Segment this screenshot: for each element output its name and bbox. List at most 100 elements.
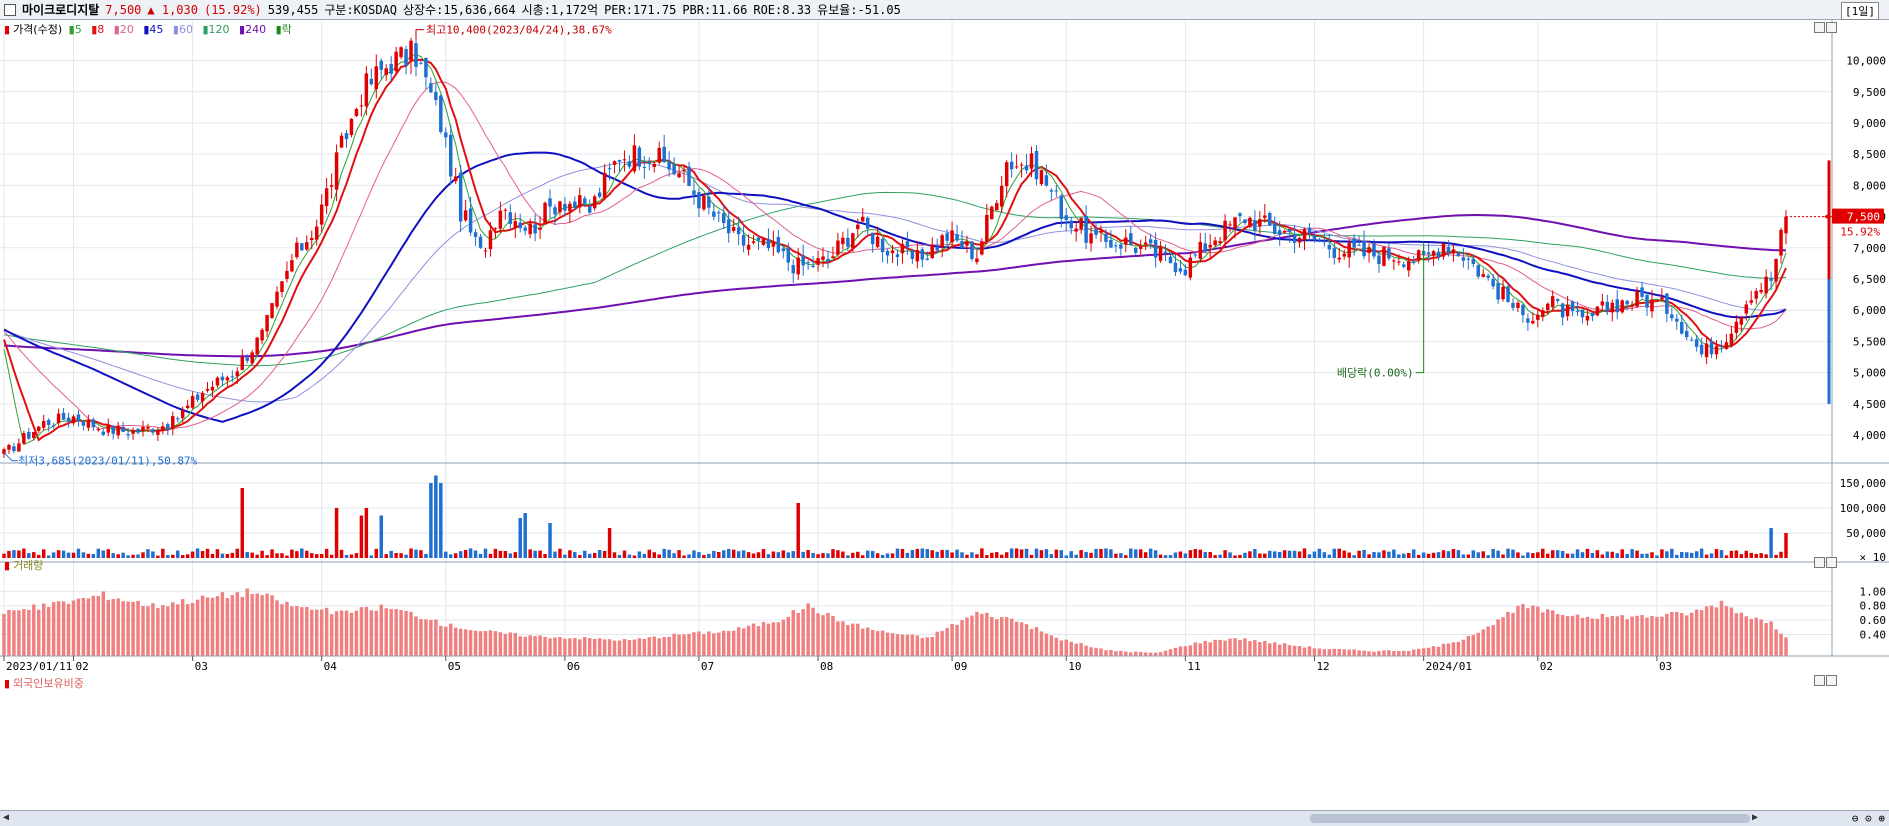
volume-bar <box>1536 552 1540 558</box>
foreign-bar <box>999 616 1004 656</box>
ma240-legend[interactable]: ▮240 <box>239 23 269 36</box>
ma5-legend[interactable]: ▮5 <box>69 23 85 36</box>
zoom-in-icon[interactable]: ⊕ <box>1878 812 1885 825</box>
ma8-legend[interactable]: ▮8 <box>91 23 107 36</box>
chart-scrollbar[interactable]: ◀ ▶ ⊖ ⊙ ⊕ <box>0 810 1889 826</box>
volume-bar <box>1431 552 1436 558</box>
volume-bar <box>1694 551 1699 558</box>
pane-close-button[interactable] <box>1826 22 1837 33</box>
pane-maximize-button[interactable] <box>1814 22 1825 33</box>
foreign-bar <box>250 594 254 656</box>
candle-body <box>1059 195 1064 219</box>
candle-body <box>379 60 383 70</box>
foreign-bar <box>1228 638 1232 656</box>
candle-body <box>444 132 448 138</box>
volume-bar <box>915 548 920 558</box>
volume-maximize-button[interactable] <box>1814 557 1825 568</box>
volume-bar <box>578 555 582 558</box>
ma20-legend[interactable]: ▮20 <box>114 23 137 36</box>
foreign-bar <box>806 603 810 656</box>
candle-body <box>741 234 746 246</box>
foreign-bar <box>215 596 220 656</box>
volume-bar <box>1531 553 1535 558</box>
price-tick-label: 4,500 <box>1853 398 1886 411</box>
volume-bar <box>870 551 875 558</box>
foreign-bar <box>161 605 165 656</box>
scroll-right-icon[interactable]: ▶ <box>1752 812 1758 823</box>
volume-close-button[interactable] <box>1826 557 1837 568</box>
price-tick-label: 9,500 <box>1853 86 1886 99</box>
candle-body <box>602 172 607 198</box>
candle-body <box>290 260 294 272</box>
foreign-bar <box>1347 649 1351 656</box>
candle-body <box>106 424 110 433</box>
foreign-bar <box>374 610 379 656</box>
candle-body <box>449 134 453 177</box>
ma45-legend[interactable]: ▮45 <box>143 23 166 36</box>
candle-body <box>806 262 810 264</box>
foreign-bar <box>171 602 175 656</box>
ma60-legend[interactable]: ▮60 <box>173 23 196 36</box>
chart-background <box>0 20 1889 810</box>
volume-bar <box>513 552 518 558</box>
x-tick-label: 12 <box>1316 660 1329 673</box>
volume-bar <box>687 554 691 558</box>
volume-bar <box>741 550 746 558</box>
volume-bar <box>354 553 359 558</box>
candle-body <box>657 147 661 163</box>
foreign-bar <box>424 619 428 656</box>
volume-bar <box>851 552 855 558</box>
volume-bar <box>1129 548 1133 558</box>
foreign-bar <box>707 631 711 656</box>
foreign-bar <box>473 630 478 656</box>
candle-body <box>1297 237 1302 243</box>
select-checkbox[interactable] <box>4 3 16 16</box>
foreign-bar <box>1575 614 1580 656</box>
scroll-left-icon[interactable]: ◀ <box>3 812 9 823</box>
candle-body <box>1362 240 1366 257</box>
candle-body <box>1546 303 1550 310</box>
volume-bar <box>1004 552 1009 558</box>
foreign-bar <box>722 630 726 656</box>
candle-body <box>1655 300 1659 302</box>
volume-bar <box>66 552 71 558</box>
foreign-bar <box>1684 615 1689 656</box>
candle-body <box>364 73 369 107</box>
zoom-out-icon[interactable]: ⊖ <box>1852 812 1859 825</box>
volume-bar <box>1526 552 1530 558</box>
period-selector[interactable]: [1일] <box>1841 2 1879 20</box>
price-tick-label: 8,500 <box>1853 148 1886 161</box>
volume-bar <box>429 483 433 558</box>
foreign-bar <box>890 633 895 656</box>
volume-bar <box>657 554 661 558</box>
volume-bar <box>1635 550 1639 558</box>
drop-legend[interactable]: ▮락 <box>276 23 295 36</box>
volume-bar <box>51 552 56 558</box>
foreign-bar <box>831 615 835 656</box>
zoom-controls[interactable]: ⊖ ⊙ ⊕ <box>1852 812 1885 825</box>
foreign-bar <box>434 619 438 656</box>
stock-chart[interactable]: 4,000 4,500 5,000 5,500 6,000 6,500 7,000 7,500… <box>0 20 1889 810</box>
candle-body <box>761 238 766 245</box>
volume-bar <box>1506 548 1510 558</box>
ma120-legend[interactable]: ▮120 <box>202 23 232 36</box>
price-tick-label: 5,500 <box>1853 335 1886 348</box>
foreign-close-button[interactable] <box>1826 675 1837 686</box>
volume-bar <box>1054 549 1059 558</box>
foreign-bar <box>612 640 617 656</box>
volume-bar <box>453 553 458 558</box>
volume-bar <box>458 551 463 558</box>
foreign-bar <box>12 610 16 656</box>
foreign-bar <box>1193 642 1198 656</box>
foreign-bar <box>1198 643 1203 656</box>
x-tick-label: 02 <box>1540 660 1553 673</box>
zoom-reset-icon[interactable]: ⊙ <box>1865 812 1872 825</box>
foreign-bar <box>190 602 195 656</box>
candle-body <box>1099 230 1103 233</box>
volume-bar <box>1590 552 1595 558</box>
candle-body <box>726 219 731 234</box>
candle-body <box>210 386 215 391</box>
candle-body <box>1635 291 1639 307</box>
scroll-thumb[interactable] <box>1310 814 1750 823</box>
foreign-maximize-button[interactable] <box>1814 675 1825 686</box>
